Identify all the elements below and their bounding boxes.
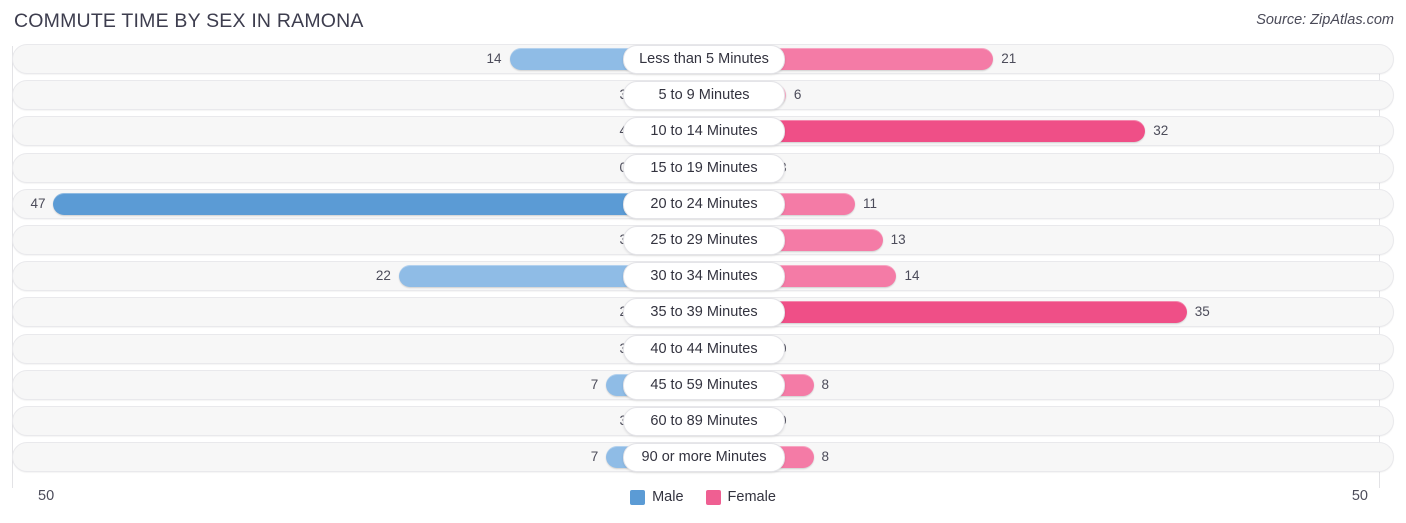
male-value-label: 3	[569, 84, 627, 106]
female-value-label: 8	[821, 376, 830, 392]
bar-row[interactable]: 7 8 45 to 59 Minutes	[0, 369, 1406, 400]
category-label: 20 to 24 Minutes	[623, 189, 785, 219]
male-value-label: 22	[375, 268, 391, 284]
male-value-label: 3	[569, 338, 627, 360]
bar-row[interactable]: 3 040 to 44 Minutes	[0, 333, 1406, 364]
female-value-label: 21	[1001, 51, 1017, 66]
category-label: 90 or more Minutes	[623, 443, 785, 473]
male-value-label: 14	[486, 51, 502, 66]
male-value-label: 4	[569, 120, 627, 142]
legend-swatch-icon	[630, 489, 646, 505]
male-value-label: 0	[569, 157, 627, 179]
source-attribution: Source: ZipAtlas.com	[1256, 12, 1394, 28]
male-value-label: 3	[569, 229, 627, 251]
page-title: COMMUTE TIME BY SEX IN RAMONA	[14, 10, 364, 32]
category-label: 5 to 9 Minutes	[623, 81, 785, 111]
category-label: 45 to 59 Minutes	[623, 370, 785, 400]
female-value-label: 0	[779, 410, 837, 432]
female-value-label: 13	[890, 231, 906, 247]
bar-row[interactable]: 3 060 to 89 Minutes	[0, 405, 1406, 436]
legend-swatch-icon	[705, 489, 721, 505]
category-label: 40 to 44 Minutes	[623, 334, 785, 364]
male-value-label: 47	[30, 195, 46, 211]
legend-item[interactable]: Female	[705, 489, 776, 505]
legend-item[interactable]: Male	[630, 489, 684, 505]
male-value-label: 2	[569, 301, 627, 323]
bar-rows: 14 21 Less than 5 Minutes 3 6 5 to 9 Minutes 4…	[0, 44, 1406, 478]
category-label: 10 to 14 Minutes	[623, 117, 785, 147]
bar-row[interactable]: 3 13 25 to 29 Minutes	[0, 224, 1406, 255]
male-value-label: 7	[590, 449, 599, 465]
category-label: 35 to 39 Minutes	[623, 298, 785, 328]
male-bar[interactable]	[53, 192, 703, 215]
legend-label: Female	[727, 489, 776, 505]
bar-row[interactable]: 22 14 30 to 34 Minutes	[0, 261, 1406, 292]
category-label: Less than 5 Minutes	[623, 45, 785, 74]
bar-row[interactable]: 0 315 to 19 Minutes	[0, 152, 1406, 183]
plot-area: 14 21 Less than 5 Minutes 3 6 5 to 9 Minutes 4…	[0, 44, 1406, 488]
female-value-label: 6	[793, 87, 802, 103]
female-value-label: 35	[1194, 304, 1210, 320]
male-value-label: 3	[569, 410, 627, 432]
chart-header: COMMUTE TIME BY SEX IN RAMONA Source: Zi…	[0, 0, 1406, 44]
bar-row[interactable]: 47 11 20 to 24 Minutes	[0, 188, 1406, 219]
bar-row[interactable]: 3 6 5 to 9 Minutes	[0, 80, 1406, 111]
female-value-label: 14	[904, 268, 920, 284]
female-value-label: 32	[1153, 123, 1169, 139]
bar-row[interactable]: 4 32 10 to 14 Minutes	[0, 116, 1406, 147]
category-label: 25 to 29 Minutes	[623, 225, 785, 255]
bar-row[interactable]: 7 8 90 or more Minutes	[0, 442, 1406, 473]
female-value-label: 8	[821, 449, 830, 465]
female-value-label: 3	[779, 157, 837, 179]
chart-container: COMMUTE TIME BY SEX IN RAMONA Source: Zi…	[0, 0, 1406, 523]
category-label: 60 to 89 Minutes	[623, 406, 785, 436]
legend-label: Male	[652, 489, 684, 505]
female-value-label: 11	[863, 195, 878, 211]
bar-row[interactable]: 14 21 Less than 5 Minutes	[0, 44, 1406, 74]
legend: Male Female	[0, 489, 1406, 505]
male-value-label: 7	[590, 376, 599, 392]
category-label: 15 to 19 Minutes	[623, 153, 785, 183]
category-label: 30 to 34 Minutes	[623, 262, 785, 292]
bar-row[interactable]: 2 35 35 to 39 Minutes	[0, 297, 1406, 328]
chart-footer: 50 50 Male Female	[0, 484, 1406, 523]
female-value-label: 0	[779, 338, 837, 360]
